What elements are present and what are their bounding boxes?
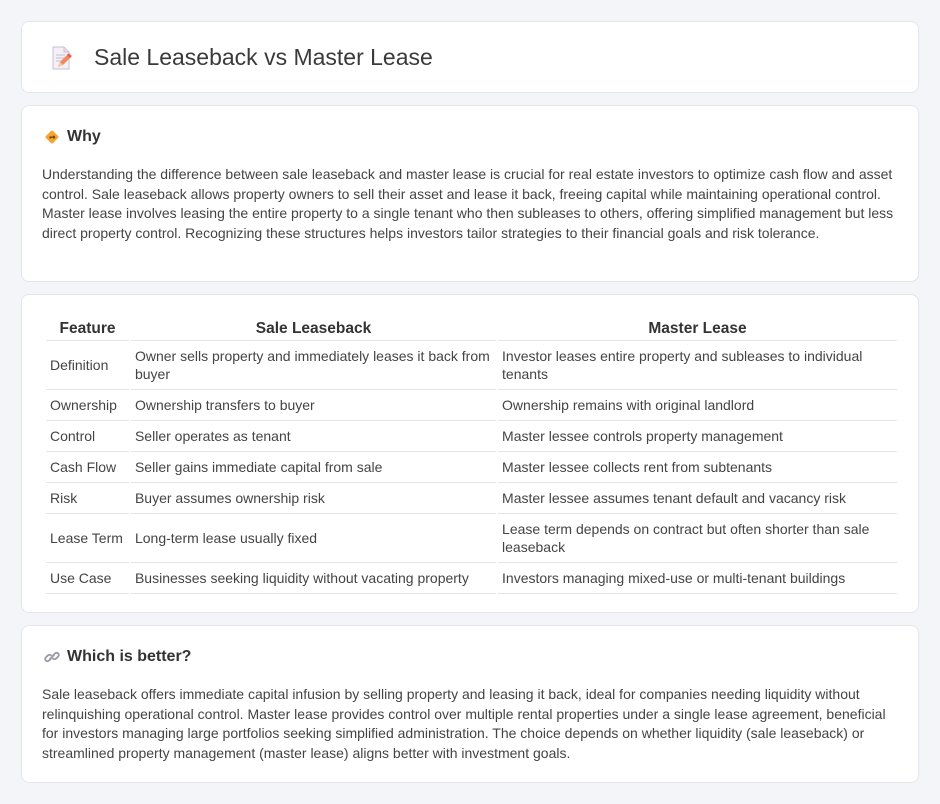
table-row: Cash Flow Seller gains immediate capital… <box>46 452 897 483</box>
why-text: Understanding the difference between sal… <box>42 166 894 241</box>
better-title: Which is better? <box>67 648 192 665</box>
better-text: Sale leaseback offers immediate capital … <box>42 686 886 761</box>
master-lease-cell: Investors managing mixed-use or multi-te… <box>498 563 897 594</box>
table-row: Use Case Businesses seeking liquidity wi… <box>46 563 897 594</box>
column-header: Feature <box>46 317 129 341</box>
sale-leaseback-cell: Buyer assumes ownership risk <box>130 483 497 514</box>
sale-leaseback-cell: Ownership transfers to buyer <box>130 390 497 421</box>
master-lease-cell: Investor leases entire property and subl… <box>498 341 897 390</box>
table-row: Control Seller operates as tenant Master… <box>46 421 897 452</box>
page-title: Sale Leaseback vs Master Lease <box>94 44 433 70</box>
sale-leaseback-cell: Long-term lease usually fixed <box>130 514 497 563</box>
master-lease-cell: Master lessee assumes tenant default and… <box>498 483 897 514</box>
table-row: Definition Owner sells property and imme… <box>46 341 897 390</box>
sale-leaseback-cell: Seller gains immediate capital from sale <box>130 452 497 483</box>
master-lease-cell: Lease term depends on contract but often… <box>498 514 897 563</box>
comparison-table: Feature Sale Leaseback Master Lease Defi… <box>44 317 899 594</box>
better-heading: Which is better? <box>44 648 191 666</box>
table-row: Lease Term Long-term lease usually fixed… <box>46 514 897 563</box>
feature-cell: Use Case <box>46 563 129 594</box>
sale-leaseback-cell: Businesses seeking liquidity without vac… <box>130 563 497 594</box>
feature-cell: Lease Term <box>46 514 129 563</box>
table-row: Ownership Ownership transfers to buyer O… <box>46 390 897 421</box>
feature-cell: Risk <box>46 483 129 514</box>
sale-leaseback-cell: Seller operates as tenant <box>130 421 497 452</box>
column-header: Master Lease <box>498 317 897 341</box>
link-icon <box>44 651 60 663</box>
title-card: Sale Leaseback vs Master Lease <box>21 21 919 93</box>
document-pencil-icon <box>52 46 72 69</box>
why-section: Why Understanding the difference between… <box>21 105 919 282</box>
column-header: Sale Leaseback <box>130 317 497 341</box>
table-row: Risk Buyer assumes ownership risk Master… <box>46 483 897 514</box>
feature-cell: Cash Flow <box>46 452 129 483</box>
feature-cell: Ownership <box>46 390 129 421</box>
feature-cell: Definition <box>46 341 129 390</box>
master-lease-cell: Master lessee controls property manageme… <box>498 421 897 452</box>
why-heading: Why <box>44 128 101 146</box>
master-lease-cell: Ownership remains with original landlord <box>498 390 897 421</box>
title-row: Sale Leaseback vs Master Lease <box>48 44 433 71</box>
why-title: Why <box>67 128 101 145</box>
table-header-row: Feature Sale Leaseback Master Lease <box>46 317 897 341</box>
sale-leaseback-cell: Owner sells property and immediately lea… <box>130 341 497 390</box>
which-is-better-section: Which is better? Sale leaseback offers i… <box>21 625 919 783</box>
comparison-section: Feature Sale Leaseback Master Lease Defi… <box>21 294 919 613</box>
master-lease-cell: Master lessee collects rent from subtena… <box>498 452 897 483</box>
feature-cell: Control <box>46 421 129 452</box>
diamond-directions-icon <box>45 130 59 144</box>
